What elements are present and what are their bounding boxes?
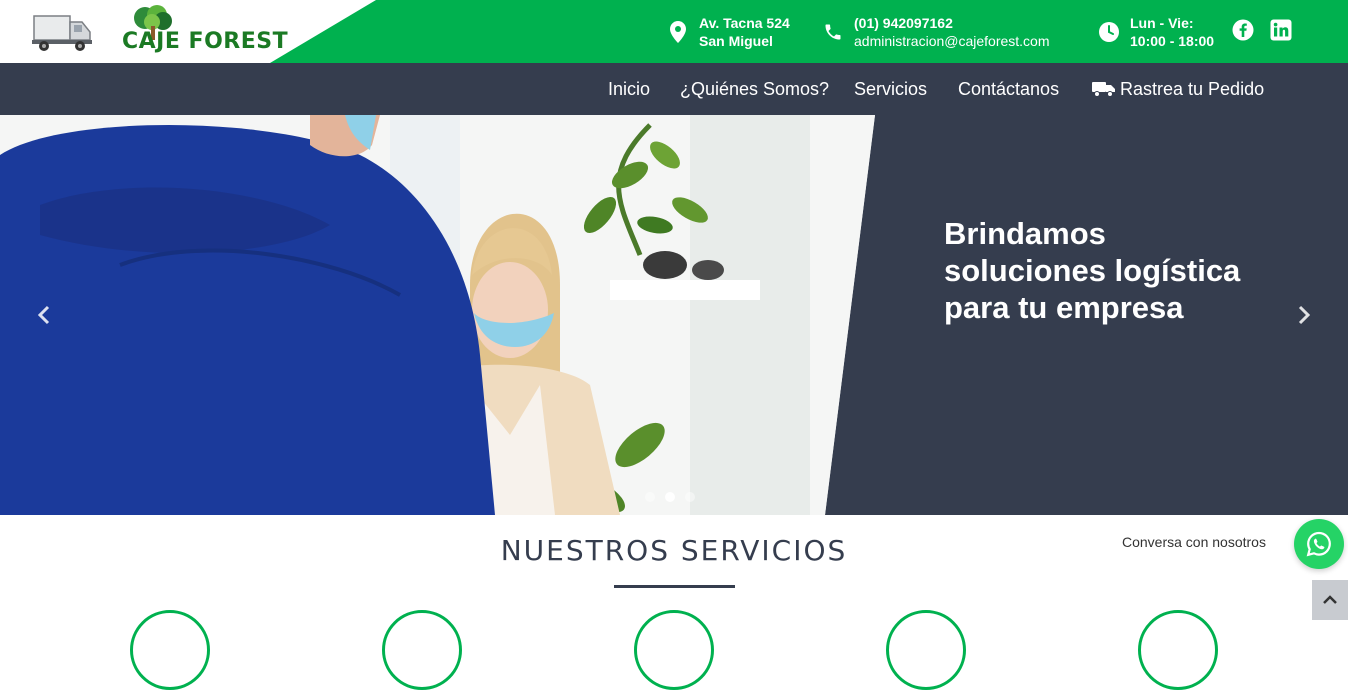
phone-icon bbox=[822, 21, 844, 43]
clock-icon bbox=[1098, 21, 1120, 43]
nav-item-label: Rastrea tu Pedido bbox=[1120, 79, 1265, 99]
slider-dot[interactable] bbox=[645, 492, 655, 502]
address-line-2: San Miguel bbox=[699, 33, 773, 49]
whatsapp-label[interactable]: Conversa con nosotros bbox=[1122, 534, 1266, 550]
facebook-icon[interactable] bbox=[1232, 19, 1254, 41]
main-nav: Inicio ¿Quiénes Somos? Servicios Contáct… bbox=[0, 63, 1348, 115]
nav-item-servicios[interactable]: Servicios bbox=[854, 63, 927, 115]
services-divider bbox=[614, 585, 735, 588]
slider-dot[interactable] bbox=[685, 492, 695, 502]
slider-prev-button[interactable] bbox=[32, 301, 56, 329]
whatsapp-button[interactable] bbox=[1294, 519, 1344, 569]
email-link[interactable]: administracion@cajeforest.com bbox=[854, 32, 1050, 50]
hero-photo bbox=[0, 115, 875, 515]
phone-block: (01) 942097162 administracion@cajeforest… bbox=[822, 12, 1050, 52]
service-icon-circle[interactable] bbox=[382, 610, 462, 690]
nav-item-quienes-somos[interactable]: ¿Quiénes Somos? bbox=[680, 63, 829, 115]
service-icon-circle[interactable] bbox=[634, 610, 714, 690]
chevron-left-icon bbox=[38, 305, 50, 325]
delivery-truck-icon bbox=[32, 15, 92, 51]
hero-slider: Brindamos soluciones logística para tu e… bbox=[0, 115, 1348, 515]
nav-item-inicio[interactable]: Inicio bbox=[608, 63, 650, 115]
hours-days: Lun - Vie: bbox=[1130, 15, 1194, 31]
phone-number[interactable]: (01) 942097162 bbox=[854, 14, 1050, 32]
address-block: Av. Tacna 524 San Miguel bbox=[667, 12, 790, 52]
logo-text: CAJE FOREST bbox=[122, 29, 289, 54]
scroll-to-top-button[interactable] bbox=[1312, 580, 1348, 620]
map-marker-icon bbox=[667, 21, 689, 43]
whatsapp-icon bbox=[1306, 531, 1331, 557]
nav-item-rastrea-pedido[interactable]: Rastrea tu Pedido bbox=[1092, 63, 1264, 115]
hours-time: 10:00 - 18:00 bbox=[1130, 33, 1215, 49]
hero-title: Brindamos soluciones logística para tu e… bbox=[944, 216, 1241, 325]
slider-next-button[interactable] bbox=[1292, 301, 1316, 329]
chevron-up-icon bbox=[1323, 595, 1337, 604]
service-icon-circle[interactable] bbox=[1138, 610, 1218, 690]
slider-indicators bbox=[645, 492, 695, 502]
site-logo[interactable]: CAJE FOREST bbox=[32, 4, 288, 58]
service-icon-circle[interactable] bbox=[886, 610, 966, 690]
linkedin-icon[interactable] bbox=[1270, 19, 1292, 41]
chevron-right-icon bbox=[1298, 305, 1310, 325]
service-icon-circle[interactable] bbox=[130, 610, 210, 690]
nav-item-contactanos[interactable]: Contáctanos bbox=[958, 63, 1059, 115]
address-line-1: Av. Tacna 524 bbox=[699, 15, 790, 31]
hours-block: Lun - Vie: 10:00 - 18:00 bbox=[1098, 12, 1214, 52]
truck-icon bbox=[1092, 82, 1115, 97]
slider-dot-active[interactable] bbox=[665, 492, 675, 502]
hero-photo-illustration bbox=[0, 115, 875, 515]
